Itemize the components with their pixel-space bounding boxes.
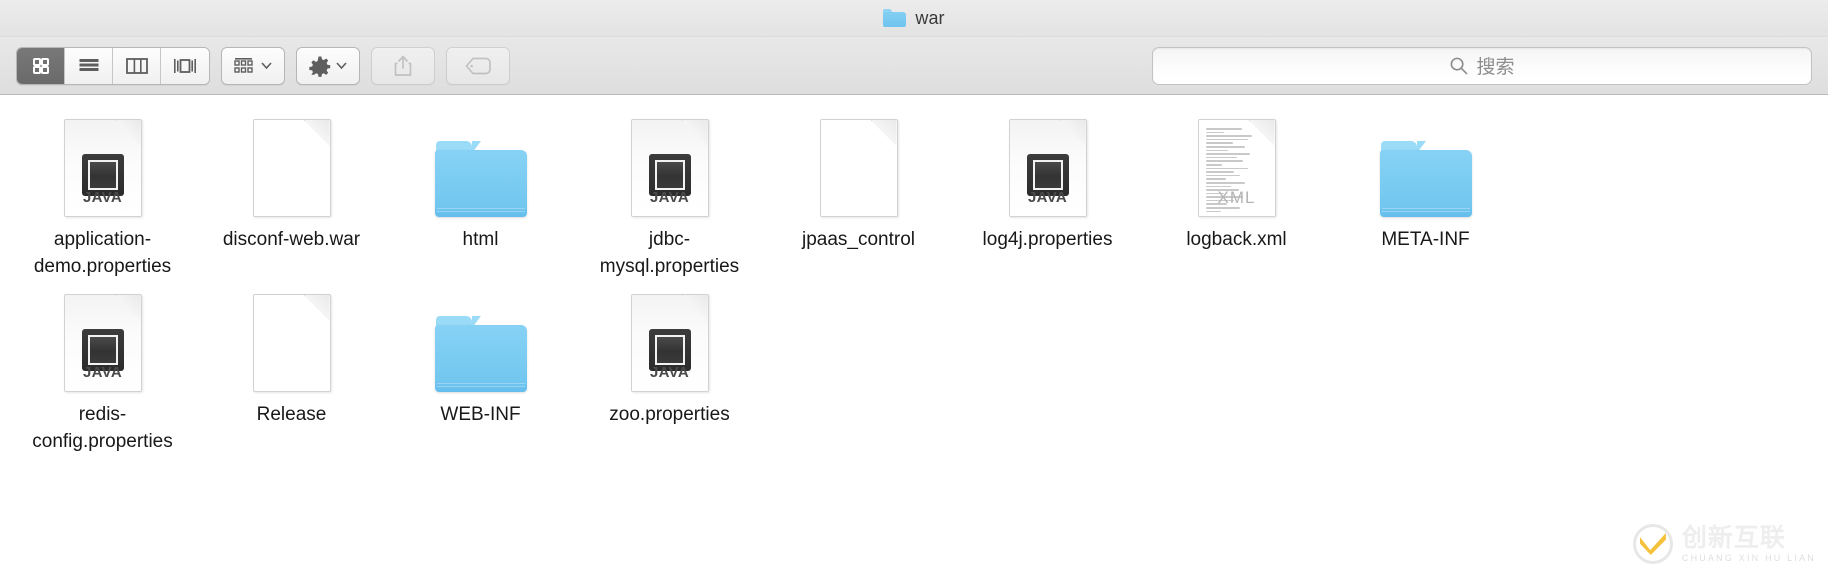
file-name-label: zoo.properties	[609, 404, 730, 425]
search-input[interactable]: 搜索	[1152, 46, 1812, 85]
file-type-label: JAVA	[650, 364, 689, 381]
tag-icon	[465, 57, 491, 74]
file-item[interactable]: WEB-INF	[386, 284, 575, 455]
list-icon	[79, 58, 98, 71]
file-icon: JAVA	[55, 288, 151, 392]
search-icon	[1451, 57, 1468, 75]
action-gear-button[interactable]	[296, 46, 360, 85]
xml-document-icon: XML	[1197, 119, 1276, 217]
file-name-label: log4j.properties	[982, 229, 1113, 250]
window-title-group: war	[883, 7, 945, 29]
file-type-label: JAVA	[83, 364, 122, 381]
file-name-label: WEB-INF	[440, 404, 521, 425]
file-name-label: logback.xml	[1186, 229, 1287, 250]
file-icon	[244, 113, 340, 217]
java-document-icon: JAVA	[63, 294, 142, 392]
file-icon: XML	[1189, 113, 1285, 217]
share-icon	[394, 55, 412, 76]
share-button[interactable]	[371, 46, 435, 85]
file-icon: JAVA	[622, 113, 718, 217]
list-view-button[interactable]	[65, 47, 113, 84]
java-document-icon: JAVA	[630, 119, 709, 217]
file-type-label: XML	[1217, 188, 1256, 207]
file-type-label: JAVA	[83, 189, 122, 206]
icon-view-button[interactable]	[17, 47, 65, 84]
watermark: 创新互联 CHUANG XIN HU LIAN	[1632, 523, 1816, 564]
folder-icon	[434, 141, 527, 217]
file-name-label: Release	[256, 404, 327, 425]
file-name-label: redis-config.properties	[32, 404, 173, 452]
file-item[interactable]: jpaas_control	[764, 109, 953, 280]
folder-icon	[883, 9, 907, 27]
file-icon: JAVA	[55, 113, 151, 217]
column-view-button[interactable]	[113, 47, 161, 84]
chevron-down-icon	[261, 62, 272, 69]
java-document-icon: JAVA	[630, 294, 709, 392]
file-icon	[433, 288, 529, 392]
watermark-pinyin: CHUANG XIN HU LIAN	[1681, 552, 1816, 563]
file-item[interactable]: JAVA redis-config.properties	[8, 284, 197, 455]
file-icon	[1378, 113, 1474, 217]
search-placeholder: 搜索	[1476, 57, 1515, 78]
file-type-label: JAVA	[650, 189, 689, 206]
window-titlebar: war	[0, 0, 1828, 37]
file-icon	[244, 288, 340, 392]
file-icon: JAVA	[1000, 113, 1096, 217]
brand-logo-icon	[1632, 524, 1673, 564]
coverflow-icon	[174, 58, 196, 73]
java-document-icon: JAVA	[1008, 119, 1087, 217]
file-item[interactable]: JAVA application-demo.properties	[8, 109, 197, 280]
file-item[interactable]: disconf-web.war	[197, 109, 386, 280]
gear-icon	[309, 55, 331, 77]
file-type-label: JAVA	[1028, 189, 1067, 206]
view-mode-segmented-control[interactable]	[16, 46, 210, 85]
file-item[interactable]: XML logback.xml	[1142, 109, 1331, 280]
grid-icon	[32, 57, 49, 74]
file-item[interactable]: JAVA zoo.properties	[575, 284, 764, 455]
file-item[interactable]: Release	[197, 284, 386, 455]
folder-icon	[434, 316, 527, 392]
file-name-label: jpaas_control	[801, 229, 916, 250]
finder-toolbar: 搜索	[0, 37, 1828, 95]
file-name-label: jdbc-mysql.properties	[599, 229, 740, 277]
file-name-label: application-demo.properties	[33, 229, 172, 277]
java-document-icon: JAVA	[63, 119, 142, 217]
watermark-chinese: 创新互联	[1681, 523, 1786, 552]
file-item[interactable]: JAVA log4j.properties	[953, 109, 1142, 280]
blank-document-icon	[252, 294, 331, 392]
file-item[interactable]: JAVA jdbc-mysql.properties	[575, 109, 764, 280]
file-item[interactable]: META-INF	[1331, 109, 1520, 280]
columns-icon	[125, 57, 148, 74]
blank-document-icon	[252, 119, 331, 217]
blank-document-icon	[819, 119, 898, 217]
file-icon	[811, 113, 907, 217]
watermark-text: 创新互联 CHUANG XIN HU LIAN	[1681, 523, 1816, 563]
folder-icon	[1379, 141, 1472, 217]
file-name-label: META-INF	[1381, 229, 1470, 250]
file-icon-grid: JAVA application-demo.properties disconf…	[0, 109, 1828, 455]
arrange-by-button[interactable]	[221, 46, 285, 85]
tag-button[interactable]	[446, 46, 510, 85]
file-browser-content: JAVA application-demo.properties disconf…	[0, 95, 1828, 572]
chevron-down-icon	[336, 62, 347, 69]
file-icon: JAVA	[622, 288, 718, 392]
file-name-label: disconf-web.war	[222, 229, 361, 250]
file-item[interactable]: html	[386, 109, 575, 280]
page-title: war	[915, 7, 945, 28]
file-icon	[433, 113, 529, 217]
finder-window: war 搜索 JAVA application-demo.properties …	[0, 0, 1828, 572]
coverflow-view-button[interactable]	[161, 47, 209, 84]
file-name-label: html	[462, 229, 499, 250]
arrange-icon	[234, 57, 253, 73]
